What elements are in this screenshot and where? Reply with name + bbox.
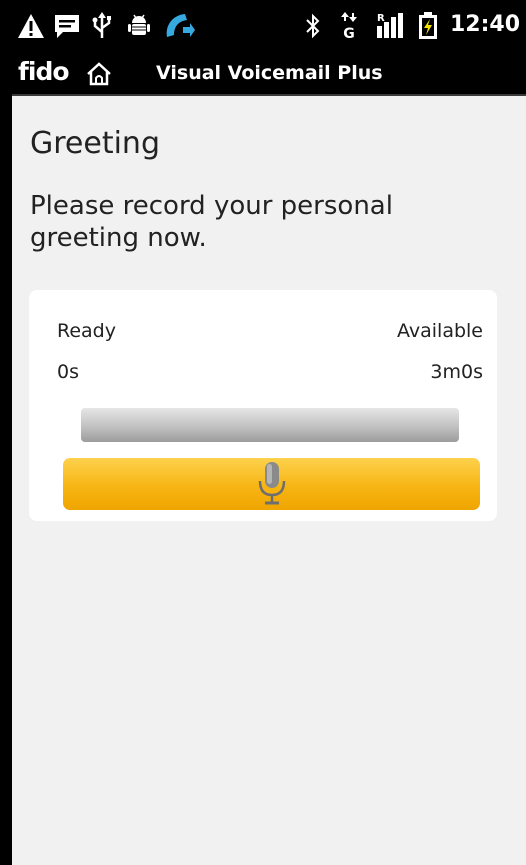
data-type-label: G (343, 26, 355, 40)
status-clock: 12:40 (449, 12, 520, 37)
app-screen: G R 12:40 fido Visual Voicemail Plus Gre… (12, 0, 526, 865)
call-forward-icon (162, 10, 196, 42)
record-button[interactable] (63, 458, 480, 510)
page-title: Greeting (30, 126, 160, 161)
android-debug-icon (126, 10, 152, 42)
elapsed-time: 0s (57, 361, 79, 383)
status-bar: G R 12:40 (12, 0, 526, 52)
available-time: 3m0s (430, 361, 483, 383)
instruction-text: Please record your personal greeting now… (30, 191, 393, 253)
usb-icon (90, 10, 114, 42)
app-title: Visual Voicemail Plus (156, 62, 383, 84)
app-title-bar: fido Visual Voicemail Plus (12, 52, 526, 96)
message-icon (52, 10, 82, 42)
signal-icon: R (374, 10, 406, 42)
available-label: Available (396, 320, 483, 342)
roaming-label: R (377, 13, 385, 24)
data-arrows-icon: G (338, 10, 360, 42)
recorder-status-label: Ready (57, 320, 116, 342)
fido-logo[interactable]: fido (18, 57, 70, 86)
battery-charging-icon (416, 10, 440, 42)
warning-icon (16, 10, 46, 42)
recording-progress-bar (81, 408, 459, 442)
recorder-panel: Ready Available 0s 3m0s (29, 290, 497, 521)
home-icon[interactable] (86, 62, 112, 90)
bluetooth-icon (302, 10, 324, 42)
microphone-icon (257, 459, 287, 510)
